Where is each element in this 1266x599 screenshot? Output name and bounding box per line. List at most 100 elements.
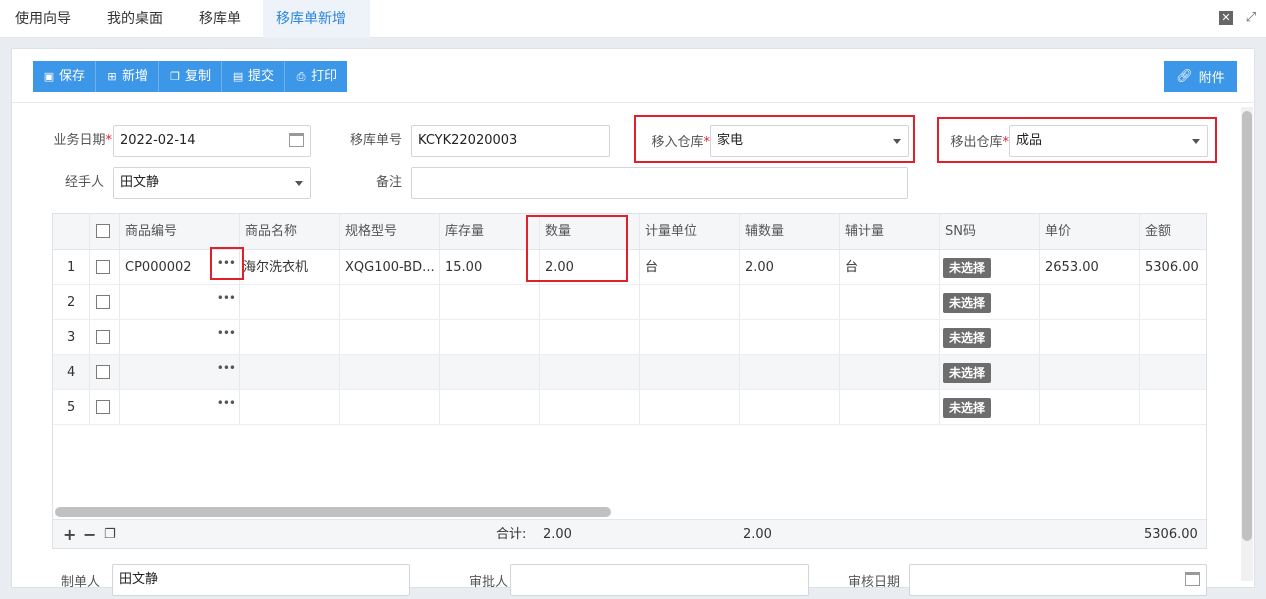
cell-spec[interactable] [340, 285, 440, 319]
add-row-icon[interactable]: + [63, 520, 76, 548]
action-button-group: ▣ 保存 ⊞ 新增 ❐ 复制 ▤ 提交 ⎙ 打印 [33, 61, 348, 92]
cell-spec[interactable] [340, 320, 440, 354]
add-button[interactable]: ⊞ 新增 [96, 61, 160, 92]
remove-row-icon[interactable]: − [83, 520, 96, 548]
sn-select-button[interactable]: 未选择 [943, 397, 992, 418]
cell-name[interactable] [240, 320, 340, 354]
handler-select[interactable]: 田文静 [113, 167, 311, 199]
cell-unit[interactable] [640, 355, 740, 389]
in-warehouse-label: 移入仓库* [651, 135, 710, 150]
highlight-more-button [210, 247, 244, 280]
cell-stock [440, 390, 540, 424]
row-checkbox-cell [90, 250, 120, 284]
table-row[interactable]: 2 ••• 未选择 [53, 285, 1206, 320]
cell-price[interactable] [1040, 390, 1140, 424]
row-checkbox[interactable] [96, 364, 110, 379]
cell-unit[interactable] [640, 320, 740, 354]
auditor-input[interactable] [510, 564, 809, 596]
calendar-icon[interactable] [1185, 572, 1200, 586]
cell-qty[interactable] [540, 390, 640, 424]
cell-code[interactable]: ••• [120, 355, 240, 389]
calendar-icon[interactable] [289, 133, 304, 147]
cell-spec[interactable] [340, 390, 440, 424]
tab-transfer-new[interactable]: 移库单新增 [263, 0, 370, 38]
cell-amount[interactable] [1140, 355, 1206, 389]
cell-spec[interactable]: XQG100-BD... [340, 250, 440, 284]
cell-name[interactable] [240, 355, 340, 389]
cell-amount[interactable] [1140, 285, 1206, 319]
remark-input[interactable] [411, 167, 908, 199]
more-icon[interactable]: ••• [217, 320, 236, 351]
cell-unit[interactable]: 台 [640, 250, 740, 284]
row-checkbox-cell [90, 355, 120, 389]
copy-row-icon[interactable]: ❐ [104, 520, 116, 548]
table-row[interactable]: 5 ••• 未选择 [53, 390, 1206, 425]
cell-code[interactable]: ••• [120, 320, 240, 354]
cell-amount[interactable] [1140, 320, 1206, 354]
table-row[interactable]: 3 ••• 未选择 [53, 320, 1206, 355]
close-tab-icon[interactable]: ✕ [1219, 11, 1233, 25]
tab-desktop[interactable]: 我的桌面 [107, 0, 163, 38]
fullscreen-icon[interactable]: ⤢ [1244, 11, 1258, 25]
more-icon[interactable]: ••• [217, 285, 236, 316]
attachment-button[interactable]: 🔗︎ 附件 [1164, 61, 1237, 92]
row-checkbox[interactable] [96, 329, 110, 344]
cell-aux-qty[interactable]: 2.00 [740, 250, 840, 284]
cell-name[interactable] [240, 285, 340, 319]
save-button[interactable]: ▣ 保存 [33, 61, 97, 92]
table-row[interactable]: 4 ••• 未选择 [53, 355, 1206, 390]
cell-aux-unit [840, 390, 940, 424]
row-checkbox[interactable] [96, 294, 110, 309]
cell-stock [440, 320, 540, 354]
cell-aux-qty[interactable] [740, 320, 840, 354]
copy-button[interactable]: ❐ 复制 [159, 61, 223, 92]
sn-select-button[interactable]: 未选择 [943, 257, 992, 278]
cell-spec[interactable] [340, 355, 440, 389]
header-amount: 金额 [1145, 224, 1172, 239]
total-label: 合计: [496, 527, 527, 542]
cell-amount[interactable]: 5306.00 [1140, 250, 1206, 284]
cell-unit[interactable] [640, 285, 740, 319]
cell-name[interactable] [240, 390, 340, 424]
row-checkbox[interactable] [96, 259, 110, 274]
more-icon[interactable]: ••• [217, 355, 236, 386]
cell-price[interactable] [1040, 355, 1140, 389]
cell-qty[interactable] [540, 320, 640, 354]
tab-transfer-list[interactable]: 移库单 [199, 0, 241, 38]
out-warehouse-select[interactable]: 成品 [1009, 125, 1208, 157]
cell-unit[interactable] [640, 390, 740, 424]
cell-code[interactable]: ••• [120, 285, 240, 319]
audit-date-input[interactable] [909, 564, 1207, 596]
cell-amount[interactable] [1140, 390, 1206, 424]
row-index: 5 [53, 390, 90, 424]
row-checkbox[interactable] [96, 399, 110, 414]
date-input[interactable]: 2022-02-14 [113, 125, 311, 157]
submit-button[interactable]: ▤ 提交 [222, 61, 286, 92]
cell-qty[interactable] [540, 355, 640, 389]
audit-date-label: 审核日期 [847, 575, 900, 590]
row-index: 4 [53, 355, 90, 389]
cell-aux-qty[interactable] [740, 390, 840, 424]
cell-qty[interactable] [540, 285, 640, 319]
cell-price[interactable]: 2653.00 [1040, 250, 1140, 284]
order-no-label: 移库单号 [349, 133, 402, 148]
cell-name[interactable]: 海尔洗衣机 [240, 250, 340, 284]
grid-header: 商品编号 商品名称 规格型号 库存量 数量 计量单位 辅数量 辅计量 SN码 单… [53, 214, 1206, 250]
tab-guide[interactable]: 使用向导 [15, 0, 71, 38]
cell-price[interactable] [1040, 285, 1140, 319]
order-no-input[interactable]: KCYK22020003 [411, 125, 610, 157]
sn-select-button[interactable]: 未选择 [943, 362, 992, 383]
print-button[interactable]: ⎙ 打印 [285, 61, 348, 92]
select-all-checkbox[interactable] [96, 223, 110, 238]
in-warehouse-select[interactable]: 家电 [710, 125, 909, 157]
vertical-scrollbar[interactable] [1242, 111, 1252, 541]
cell-price[interactable] [1040, 320, 1140, 354]
maker-input[interactable]: 田文静 [112, 564, 410, 596]
sn-select-button[interactable]: 未选择 [943, 292, 992, 313]
horizontal-scrollbar[interactable] [55, 507, 611, 517]
cell-aux-qty[interactable] [740, 355, 840, 389]
more-icon[interactable]: ••• [217, 390, 236, 421]
sn-select-button[interactable]: 未选择 [943, 327, 992, 348]
cell-code[interactable]: ••• [120, 390, 240, 424]
cell-aux-qty[interactable] [740, 285, 840, 319]
